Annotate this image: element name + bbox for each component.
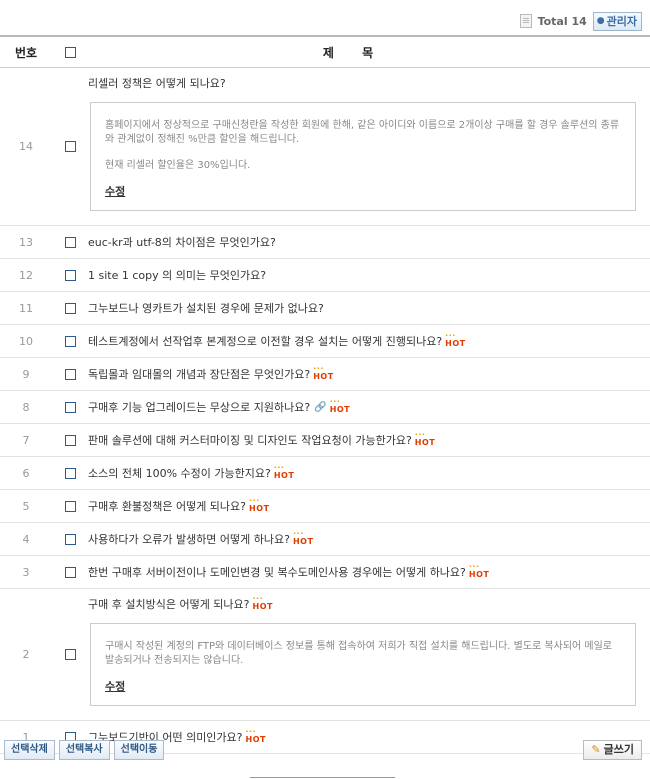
row-number: 11 [19,301,33,315]
row-number: 4 [22,532,30,546]
row-number: 14 [19,140,33,153]
copy-selected-button[interactable]: 선택복사 [58,740,110,760]
row-title-link[interactable]: 한번 구매후 서버이전이나 도메인변경 및 복수도메인사용 경우에는 어떻게 하… [88,564,466,580]
board-header: Total 14 ● 관리자 [519,11,642,31]
table-header: 번호 제 목 [0,35,650,68]
table-row: 13 euc-kr과 utf-8의 차이점은 무엇인가요? [0,226,650,259]
header-number: 번호 [14,45,38,60]
pencil-icon: ✎ [591,743,601,756]
row-number: 3 [22,565,30,579]
hot-badge: HOT [415,430,435,447]
table-row: 10 테스트계정에서 선작업후 본계정으로 이전할 경우 설치는 어떻게 진행되나… [0,325,650,358]
row-checkbox[interactable] [64,467,76,479]
row-number: 10 [19,334,33,348]
row-title-link[interactable]: 구매후 기능 업그레이드는 무상으로 지원하나요? [88,399,310,415]
hot-badge: HOT [249,496,269,513]
row-number: 7 [22,433,30,447]
row-title-link[interactable]: 사용하다가 오류가 발생하면 어떻게 하나요? [88,531,290,547]
delete-selected-button[interactable]: 선택삭제 [4,740,55,760]
row-checkbox[interactable] [64,269,76,281]
row-title-link[interactable]: 판매 솔루션에 대해 커스터마이징 및 디자인도 작업요청이 가능한가요? [88,432,412,448]
row-checkbox[interactable] [64,533,76,545]
hot-badge: HOT [274,463,294,480]
row-checkbox[interactable] [64,500,76,512]
table-row: 14 리셀러 정책은 어떻게 되나요? 홈페이지에서 정상적으로 구매신청란을 작성… [0,68,650,226]
table-body: 14 리셀러 정책은 어떻게 되나요? 홈페이지에서 정상적으로 구매신청란을 작성… [0,68,650,754]
select-all-checkbox[interactable] [64,46,76,58]
table-row: 2 구매 후 설치방식은 어떻게 되나요?HOT 구매시 작성된 계정의 FTP와 … [0,589,650,721]
answer-text: 현재 리셀러 할인율은 30%입니다. [105,160,251,171]
move-selected-button[interactable]: 선택이동 [113,740,165,760]
table-row: 5 구매후 환불정책은 어떻게 되나요?HOT [0,490,650,523]
header-title: 제 목 [322,45,386,60]
row-checkbox[interactable] [64,335,76,347]
table-row: 6 소스의 전체 100% 수정이 가능한지요?HOT [0,457,650,490]
edit-link[interactable]: 수정 [105,680,125,694]
hot-badge: HOT [293,529,313,546]
board-table: 번호 제 목 14 리셀러 정책은 어떻게 되나요? 홈페이지에서 정상적으로 구매… [0,35,650,754]
write-button-label: 글쓰기 [603,743,634,756]
row-checkbox[interactable] [64,302,76,314]
admin-button-label: 관리자 [606,14,637,28]
document-icon [519,14,532,28]
table-row: 7 판매 솔루션에 대해 커스터마이징 및 디자인도 작업요청이 가능한가요?HO… [0,424,650,457]
table-row: 3 한번 구매후 서버이전이나 도메인변경 및 복수도메인사용 경우에는 어떻게 … [0,556,650,589]
row-number: 5 [22,499,30,513]
table-row: 11 그누보드나 영카트가 설치된 경우에 문제가 없나요? [0,292,650,325]
row-number: 9 [22,367,30,381]
bottom-toolbar: 선택삭제 선택복사 선택이동 ✎ 글쓰기 [0,740,650,762]
table-row: 8 구매후 기능 업그레이드는 무상으로 지원하나요? 🔗HOT [0,391,650,424]
pin-icon: ● [596,15,605,26]
hot-badge: HOT [445,331,465,348]
row-title-link[interactable]: euc-kr과 utf-8의 차이점은 무엇인가요? [88,234,276,250]
total-count: Total 14 [537,14,587,28]
hot-badge: HOT [330,397,350,414]
row-checkbox[interactable] [64,434,76,446]
row-checkbox[interactable] [64,649,76,660]
row-checkbox[interactable] [64,401,76,413]
write-button[interactable]: ✎ 글쓰기 [583,740,642,760]
table-row: 4 사용하다가 오류가 발생하면 어떻게 하나요?HOT [0,523,650,556]
row-title-link[interactable]: 소스의 전체 100% 수정이 가능한지요? [88,465,271,481]
hot-badge: HOT [469,562,489,579]
row-title-link[interactable]: 리셀러 정책은 어떻게 되나요? [88,75,226,93]
row-title-link[interactable]: 1 site 1 copy 의 의미는 무엇인가요? [88,267,266,283]
pager-divider [250,777,395,778]
edit-link[interactable]: 수정 [105,185,125,199]
row-number: 12 [19,268,33,282]
row-number: 8 [22,400,30,414]
row-checkbox[interactable] [64,141,76,152]
answer-text: 홈페이지에서 정상적으로 구매신청란을 작성한 회원에 한해, 같은 아이디와 … [105,120,620,145]
row-checkbox[interactable] [64,236,76,248]
paperclip-icon: 🔗 [314,401,327,413]
row-number: 6 [22,466,30,480]
row-title-link[interactable]: 그누보드나 영카트가 설치된 경우에 문제가 없나요? [88,300,324,316]
row-title-link[interactable]: 테스트계정에서 선작업후 본계정으로 이전할 경우 설치는 어떻게 진행되나요? [88,333,442,349]
hot-badge: HOT [253,590,273,616]
table-row: 9 독립몰과 임대몰의 개념과 장단점은 무엇인가요?HOT [0,358,650,391]
row-checkbox[interactable] [64,368,76,380]
answer-box: 구매시 작성된 계정의 FTP와 데이터베이스 정보를 통해 접속하여 저희가 … [90,623,636,706]
row-title-link[interactable]: 구매후 환불정책은 어떻게 되나요? [88,498,246,514]
answer-text: 구매시 작성된 계정의 FTP와 데이터베이스 정보를 통해 접속하여 저희가 … [105,641,612,666]
row-title-link[interactable]: 구매 후 설치방식은 어떻게 되나요? [88,596,250,614]
hot-badge: HOT [313,364,333,381]
admin-button[interactable]: ● 관리자 [592,11,642,31]
row-number: 13 [19,235,33,249]
row-number: 2 [22,648,30,661]
row-title-link[interactable]: 독립몰과 임대몰의 개념과 장단점은 무엇인가요? [88,366,310,382]
row-checkbox[interactable] [64,566,76,578]
answer-box: 홈페이지에서 정상적으로 구매신청란을 작성한 회원에 한해, 같은 아이디와 … [90,102,636,211]
table-row: 12 1 site 1 copy 의 의미는 무엇인가요? [0,259,650,292]
